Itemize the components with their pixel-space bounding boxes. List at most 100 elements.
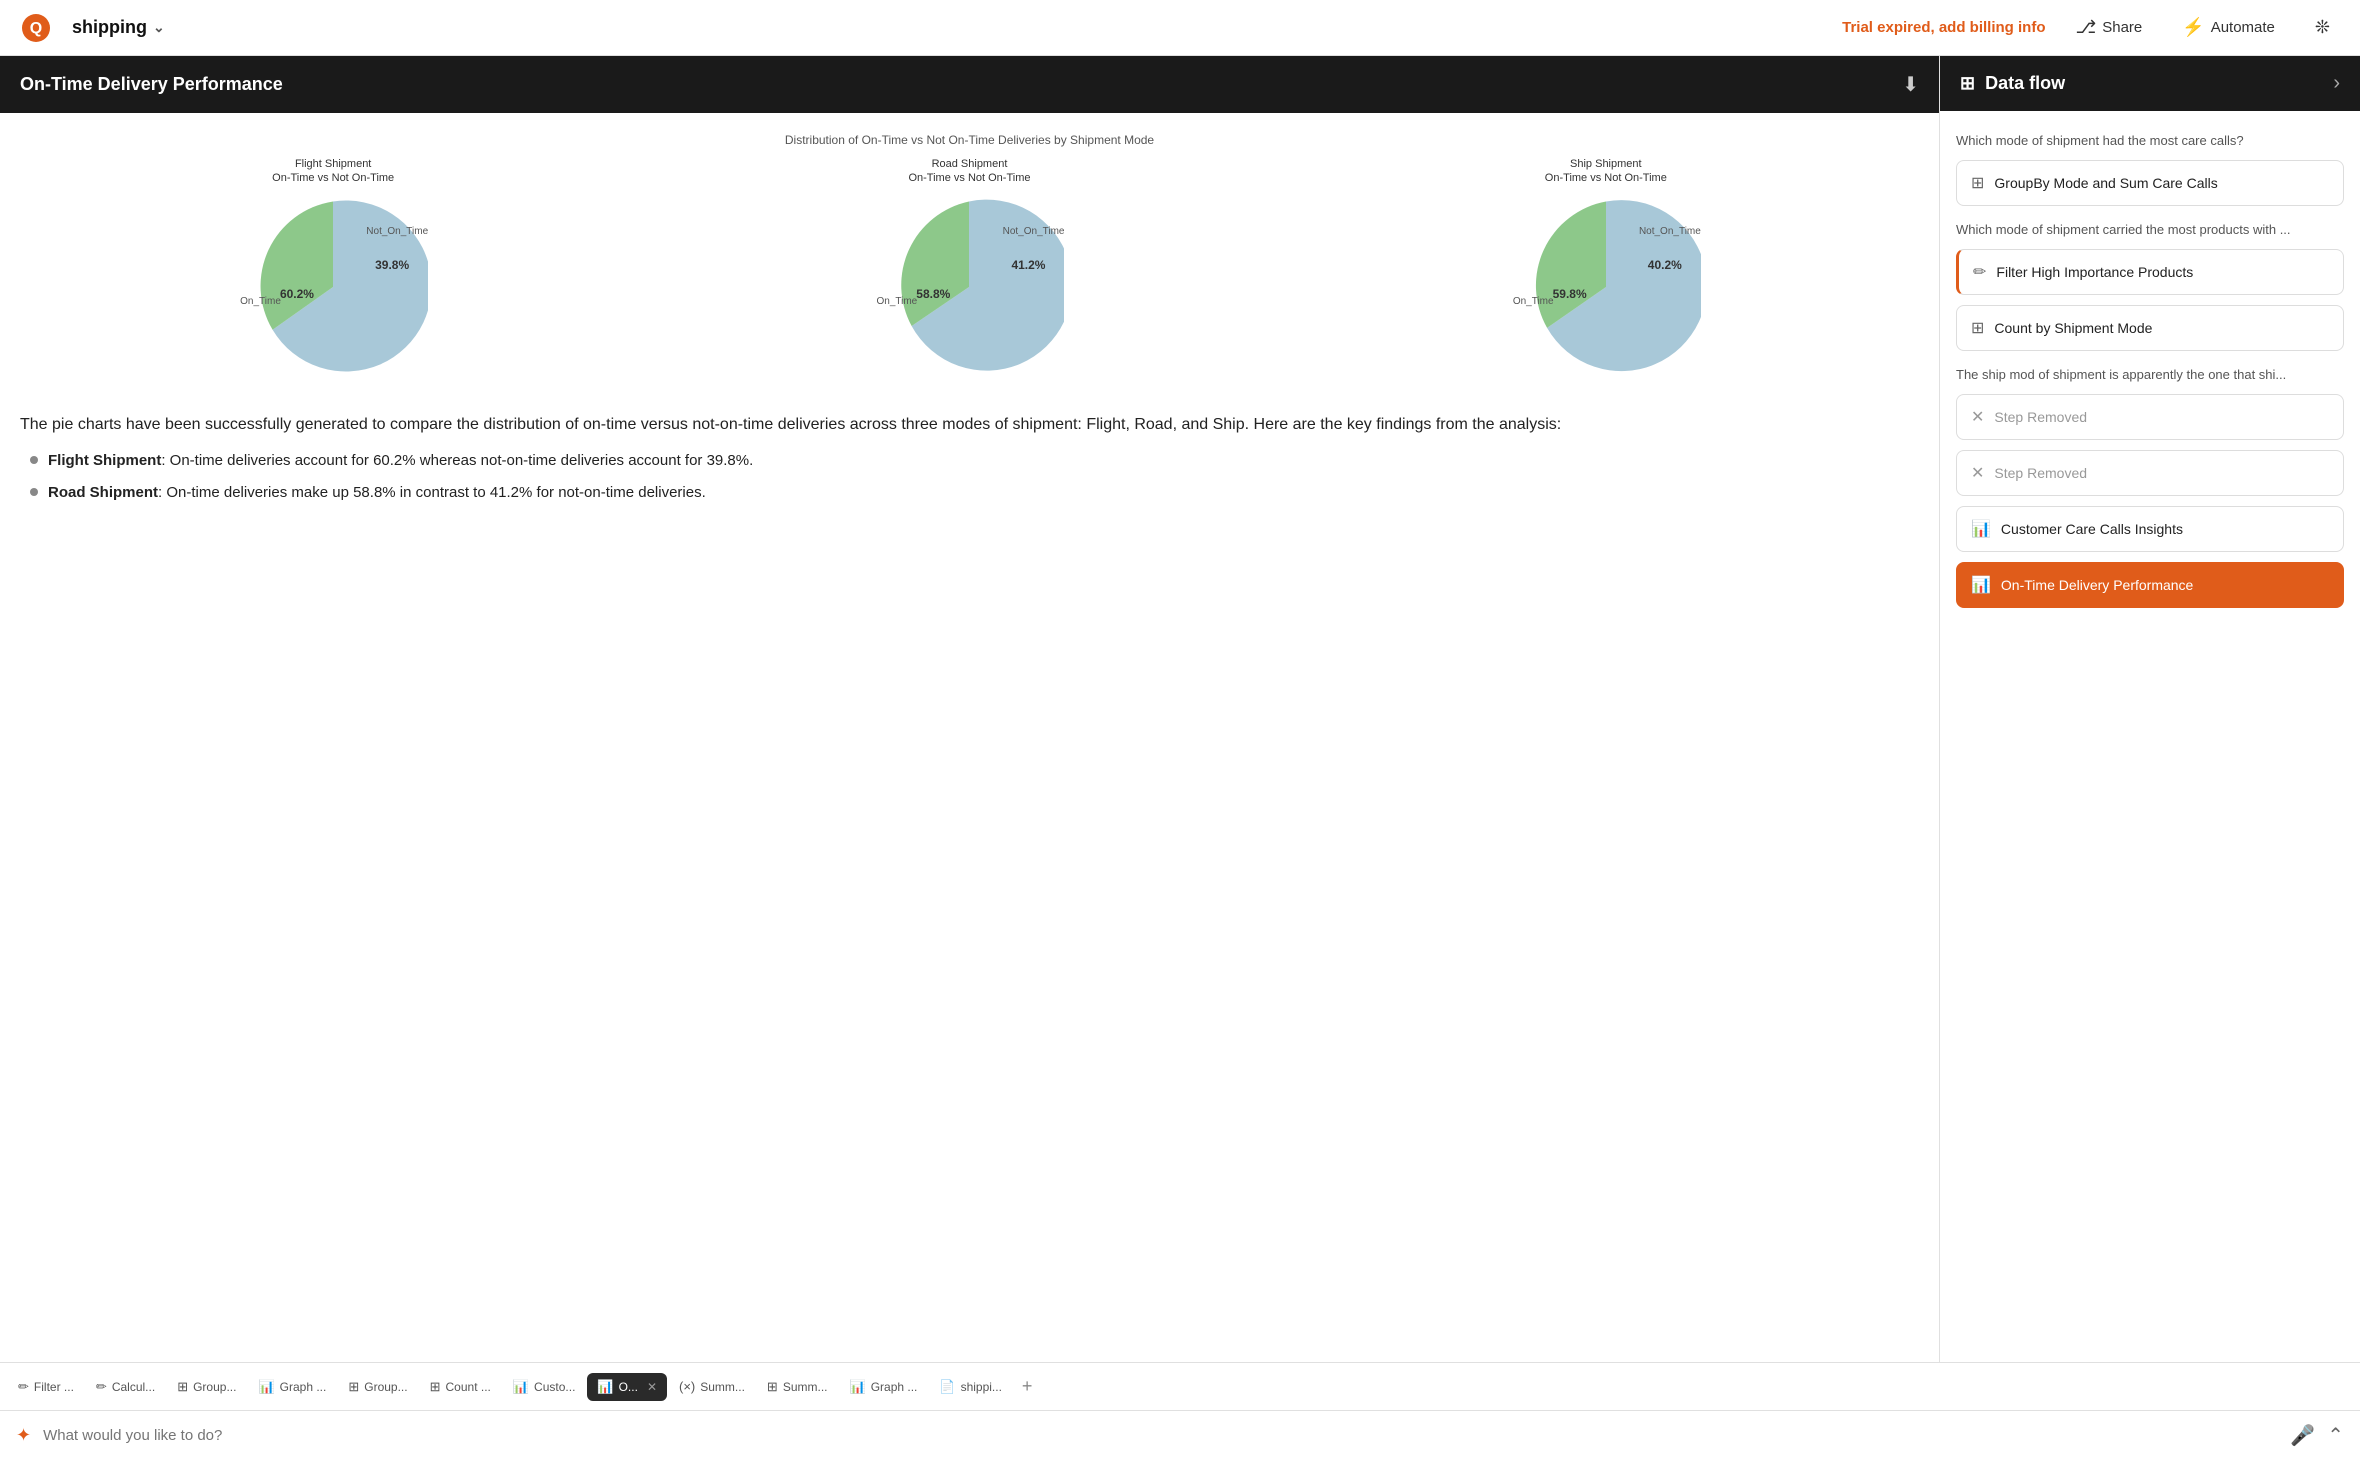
right-panel-content: Which mode of shipment had the most care… xyxy=(1940,111,2360,1362)
flow-item-removed-2[interactable]: ✕ Step Removed xyxy=(1956,450,2344,496)
tab-custo-icon: 📊 xyxy=(513,1379,529,1395)
dataflow-icon: ⊞ xyxy=(1960,73,1975,94)
road-pie-chart xyxy=(874,192,1064,382)
sparkle-icon: ✦ xyxy=(16,1425,31,1446)
flow-item-filter[interactable]: ✏ Filter High Importance Products xyxy=(1956,249,2344,295)
automate-icon: ⚡ xyxy=(2182,17,2204,38)
flow-question-2: Which mode of shipment carried the most … xyxy=(1956,222,2344,237)
road-not-on-time-label: Not_On_Time xyxy=(1003,226,1065,237)
tab-group1-icon: ⊞ xyxy=(177,1379,188,1395)
right-panel-header: ⊞ Data flow › xyxy=(1940,56,2360,111)
input-bar: ✦ 🎤 ⌃ xyxy=(0,1410,2360,1460)
flight-on-time-label: On_Time xyxy=(240,296,281,307)
bullet-flight: Flight Shipment: On-time deliveries acco… xyxy=(30,449,1919,473)
removed-icon-2: ✕ xyxy=(1971,463,1984,483)
tab-summ2[interactable]: ⊞ Summ... xyxy=(757,1373,838,1401)
road-on-time-pct: 58.8% xyxy=(916,287,950,301)
description-text: The pie charts have been successfully ge… xyxy=(20,402,1919,524)
tab-custo[interactable]: 📊 Custo... xyxy=(503,1373,586,1401)
app-logo: Q xyxy=(20,12,52,44)
tab-filter-icon: ✏ xyxy=(18,1379,29,1395)
main-area: On-Time Delivery Performance ⬇ Distribut… xyxy=(0,56,2360,1362)
flow-question-1: Which mode of shipment had the most care… xyxy=(1956,133,2344,148)
tab-count[interactable]: ⊞ Count ... xyxy=(420,1373,501,1401)
bullet-dot-road xyxy=(30,488,38,496)
panel-title: On-Time Delivery Performance xyxy=(20,74,283,95)
flight-pie-container: Flight Shipment On-Time vs Not On-Time xyxy=(20,157,646,382)
bullet-road: Road Shipment: On-time deliveries make u… xyxy=(30,481,1919,505)
tab-group2-icon: ⊞ xyxy=(348,1379,359,1395)
tab-calcul-icon: ✏ xyxy=(96,1379,107,1395)
road-not-pct: 41.2% xyxy=(1011,258,1045,272)
ship-on-time-label: On_Time xyxy=(1513,296,1554,307)
svg-text:Q: Q xyxy=(30,20,42,37)
flight-pie-chart xyxy=(238,192,428,382)
settings-button[interactable]: ❊ xyxy=(2305,11,2340,44)
share-button[interactable]: ⎇ Share xyxy=(2065,11,2152,44)
tab-shippi[interactable]: 📄 shippi... xyxy=(929,1373,1012,1401)
removed-icon-1: ✕ xyxy=(1971,407,1984,427)
download-icon[interactable]: ⬇ xyxy=(1902,72,1919,97)
panel-header: On-Time Delivery Performance ⬇ xyxy=(0,56,1939,113)
tab-calcul[interactable]: ✏ Calcul... xyxy=(86,1373,165,1401)
tab-ontime-icon: 📊 xyxy=(597,1379,613,1395)
bullet-list: Flight Shipment: On-time deliveries acco… xyxy=(20,449,1919,505)
tab-count-icon: ⊞ xyxy=(430,1379,441,1395)
tab-summ1-icon: (×) xyxy=(679,1379,695,1394)
groupby-icon: ⊞ xyxy=(1971,173,1984,193)
trial-text[interactable]: Trial expired, add billing info xyxy=(1842,19,2045,36)
left-panel: On-Time Delivery Performance ⬇ Distribut… xyxy=(0,56,1940,1362)
tab-graph1[interactable]: 📊 Graph ... xyxy=(248,1373,336,1401)
flight-not-on-time-label: Not_On_Time xyxy=(366,226,428,237)
flight-on-time-pct: 60.2% xyxy=(280,287,314,301)
tab-add-button[interactable]: + xyxy=(1014,1372,1041,1401)
tab-group2[interactable]: ⊞ Group... xyxy=(338,1373,417,1401)
app-title[interactable]: shipping ⌄ xyxy=(72,17,165,38)
top-nav: Q shipping ⌄ Trial expired, add billing … xyxy=(0,0,2360,56)
flow-item-count[interactable]: ⊞ Count by Shipment Mode xyxy=(1956,305,2344,351)
chart-main-title: Distribution of On-Time vs Not On-Time D… xyxy=(20,133,1919,147)
right-panel-title: ⊞ Data flow xyxy=(1960,73,2065,94)
tab-bar: ✏ Filter ... ✏ Calcul... ⊞ Group... 📊 Gr… xyxy=(0,1362,2360,1410)
chevron-up-icon[interactable]: ⌃ xyxy=(2327,1423,2344,1448)
tab-summ2-icon: ⊞ xyxy=(767,1379,778,1395)
flight-pie-title: Flight Shipment On-Time vs Not On-Time xyxy=(272,157,394,186)
ship-pie-title: Ship Shipment On-Time vs Not On-Time xyxy=(1545,157,1667,186)
tab-ontime-active[interactable]: 📊 O... ✕ xyxy=(587,1373,667,1401)
share-icon: ⎇ xyxy=(2075,17,2096,38)
bullet-dot-flight xyxy=(30,456,38,464)
tab-graph1-icon: 📊 xyxy=(258,1379,274,1395)
ship-not-on-time-label: Not_On_Time xyxy=(1639,226,1701,237)
road-pie-title: Road Shipment On-Time vs Not On-Time xyxy=(908,157,1030,186)
flight-not-pct: 39.8% xyxy=(375,258,409,272)
ontime-icon: 📊 xyxy=(1971,575,1991,595)
ship-pie-container: Ship Shipment On-Time vs Not On-Time On_… xyxy=(1293,157,1919,382)
ship-pie-chart xyxy=(1511,192,1701,382)
right-panel-chevron-icon[interactable]: › xyxy=(2333,72,2340,95)
chat-input[interactable] xyxy=(43,1427,2278,1444)
tab-close-icon[interactable]: ✕ xyxy=(647,1380,657,1394)
road-pie-container: Road Shipment On-Time vs Not On-Time On_… xyxy=(656,157,1282,382)
filter-icon: ✏ xyxy=(1973,262,1986,282)
flow-item-ontime[interactable]: 📊 On-Time Delivery Performance xyxy=(1956,562,2344,608)
flow-item-removed-1[interactable]: ✕ Step Removed xyxy=(1956,394,2344,440)
tab-graph2[interactable]: 📊 Graph ... xyxy=(840,1373,928,1401)
tab-group1[interactable]: ⊞ Group... xyxy=(167,1373,246,1401)
ship-on-time-pct: 59.8% xyxy=(1553,287,1587,301)
content-area: Distribution of On-Time vs Not On-Time D… xyxy=(0,113,1939,1362)
flow-item-care-calls[interactable]: 📊 Customer Care Calls Insights xyxy=(1956,506,2344,552)
ship-not-pct: 40.2% xyxy=(1648,258,1682,272)
tab-graph2-icon: 📊 xyxy=(850,1379,866,1395)
tab-filter[interactable]: ✏ Filter ... xyxy=(8,1373,84,1401)
right-panel: ⊞ Data flow › Which mode of shipment had… xyxy=(1940,56,2360,1362)
flow-item-groupby[interactable]: ⊞ GroupBy Mode and Sum Care Calls xyxy=(1956,160,2344,206)
automate-button[interactable]: ⚡ Automate xyxy=(2172,11,2285,44)
microphone-icon[interactable]: 🎤 xyxy=(2290,1423,2315,1448)
grid-icon: ❊ xyxy=(2315,17,2330,38)
chart-section: Distribution of On-Time vs Not On-Time D… xyxy=(20,133,1919,382)
count-icon: ⊞ xyxy=(1971,318,1984,338)
title-chevron-icon: ⌄ xyxy=(153,19,165,36)
tab-shippi-icon: 📄 xyxy=(939,1379,955,1395)
care-calls-icon: 📊 xyxy=(1971,519,1991,539)
tab-summ1[interactable]: (×) Summ... xyxy=(669,1373,755,1400)
